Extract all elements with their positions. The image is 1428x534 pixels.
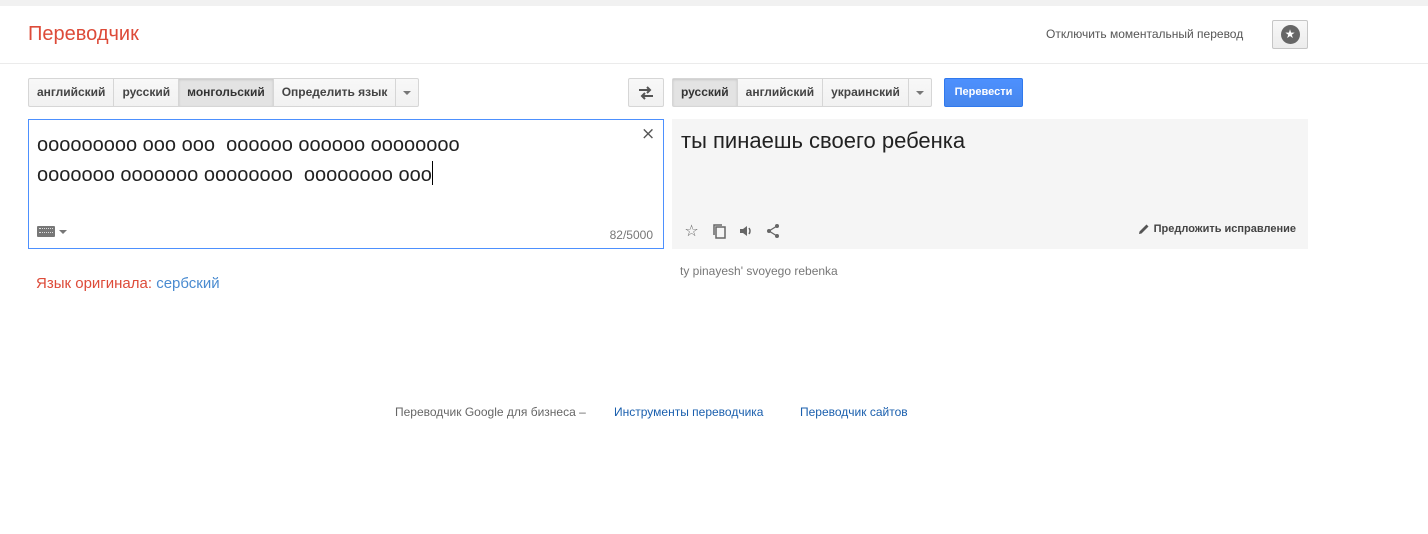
character-count: 82/5000 bbox=[609, 228, 653, 242]
app-title[interactable]: Переводчик bbox=[28, 23, 139, 46]
text-cursor bbox=[431, 161, 433, 185]
starred-button[interactable]: ★ bbox=[1272, 20, 1308, 49]
source-language-bar: английский русский монгольский Определит… bbox=[28, 78, 420, 107]
star-outline-icon[interactable]: ☆ bbox=[682, 221, 701, 240]
chevron-down-icon bbox=[915, 90, 924, 95]
instant-translation-toggle[interactable]: Отключить моментальный перевод bbox=[1046, 27, 1243, 41]
star-icon: ★ bbox=[1280, 25, 1300, 44]
translation-text[interactable]: ты пинаешь своего ребенка bbox=[681, 128, 965, 154]
detected-language-prefix: Язык оригинала: bbox=[36, 275, 153, 292]
footer-business-text: Переводчик Google для бизнеса – bbox=[395, 405, 586, 419]
header: Переводчик Отключить моментальный перево… bbox=[0, 6, 1428, 64]
detected-language-link[interactable]: сербский bbox=[156, 275, 219, 292]
target-lang-russian[interactable]: русский bbox=[673, 79, 738, 106]
source-lang-mongolian[interactable]: монгольский bbox=[179, 79, 274, 106]
source-text[interactable]: ooooooooo ooo ooo oooooo oooooo oooooooo… bbox=[37, 130, 627, 190]
target-lang-english[interactable]: английский bbox=[738, 79, 824, 106]
clear-icon[interactable]: × bbox=[641, 124, 655, 144]
source-lang-english[interactable]: английский bbox=[29, 79, 115, 106]
suggest-edit-button[interactable]: Предложить исправление bbox=[1138, 223, 1296, 235]
input-tools-button[interactable] bbox=[37, 226, 67, 237]
source-textarea[interactable]: ooooooooo ooo ooo oooooo oooooo oooooooo… bbox=[28, 119, 664, 249]
detected-language: Язык оригинала: сербский bbox=[36, 275, 220, 292]
suggest-edit-label: Предложить исправление bbox=[1153, 223, 1296, 235]
target-language-bar: русский английский украинский bbox=[672, 78, 932, 107]
translation-tools: ☆ bbox=[682, 221, 782, 240]
source-lang-dropdown[interactable] bbox=[396, 79, 418, 106]
footer-translator-toolkit-link[interactable]: Инструменты переводчика bbox=[614, 405, 763, 419]
transliteration: ty pinayesh' svoyego rebenka bbox=[680, 264, 838, 278]
source-lang-russian[interactable]: русский bbox=[114, 79, 180, 106]
swap-icon bbox=[639, 85, 653, 100]
chevron-down-icon bbox=[403, 90, 412, 95]
speaker-icon[interactable] bbox=[736, 221, 755, 240]
target-lang-ukrainian[interactable]: украинский bbox=[823, 79, 909, 106]
source-text-line2: ooooooo ooooooo oooooooo oooooooo ooo bbox=[37, 164, 432, 186]
target-lang-dropdown[interactable] bbox=[909, 79, 931, 106]
pencil-icon bbox=[1138, 224, 1149, 234]
translate-button[interactable]: Перевести bbox=[944, 78, 1023, 107]
source-text-line1: ooooooooo ooo ooo oooooo oooooo oooooooo bbox=[37, 134, 460, 156]
footer-website-translator-link[interactable]: Переводчик сайтов bbox=[800, 405, 908, 419]
translation-panel: ты пинаешь своего ребенка ☆ Предложить и… bbox=[672, 119, 1308, 249]
source-lang-detect[interactable]: Определить язык bbox=[274, 79, 397, 106]
copy-icon[interactable] bbox=[709, 221, 728, 240]
chevron-down-icon bbox=[59, 229, 67, 234]
share-icon[interactable] bbox=[763, 221, 782, 240]
keyboard-icon bbox=[37, 226, 55, 237]
swap-languages-button[interactable] bbox=[628, 78, 664, 107]
